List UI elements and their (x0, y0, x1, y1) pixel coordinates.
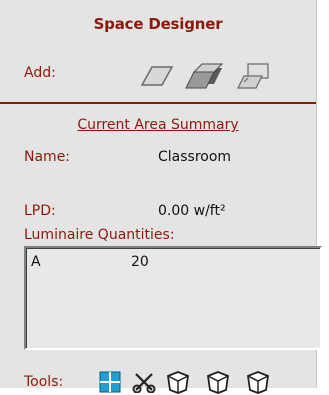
box-extrude-icon[interactable] (184, 62, 224, 90)
add-toolbar (140, 60, 280, 92)
divider (0, 102, 316, 104)
scissors-icon[interactable] (131, 369, 157, 395)
wall-plane-icon[interactable] (236, 62, 276, 90)
luminaire-quantities-label: Luminaire Quantities: (24, 227, 175, 243)
view-cube-icon-3[interactable] (245, 369, 271, 395)
luminaire-qty: 20 (131, 254, 149, 270)
name-label: Name: (24, 149, 71, 165)
floor-plane-icon[interactable] (140, 64, 174, 88)
luminaire-name: A (31, 254, 41, 270)
grid-tool-icon[interactable] (97, 369, 123, 395)
panel-title: Space Designer (93, 15, 223, 33)
name-value: Classroom (158, 149, 232, 165)
luminaire-list[interactable]: A 20 (24, 246, 322, 350)
lpd-label: LPD: (24, 203, 56, 219)
area-summary-heading: Current Area Summary (77, 117, 239, 133)
view-cube-icon-1[interactable] (165, 369, 191, 395)
view-cube-icon-2[interactable] (205, 369, 231, 395)
space-designer-panel: Space Designer Add: Current Area Summary… (0, 0, 322, 394)
add-label: Add: (24, 65, 56, 81)
lpd-value: 0.00 w/ft² (158, 203, 226, 219)
